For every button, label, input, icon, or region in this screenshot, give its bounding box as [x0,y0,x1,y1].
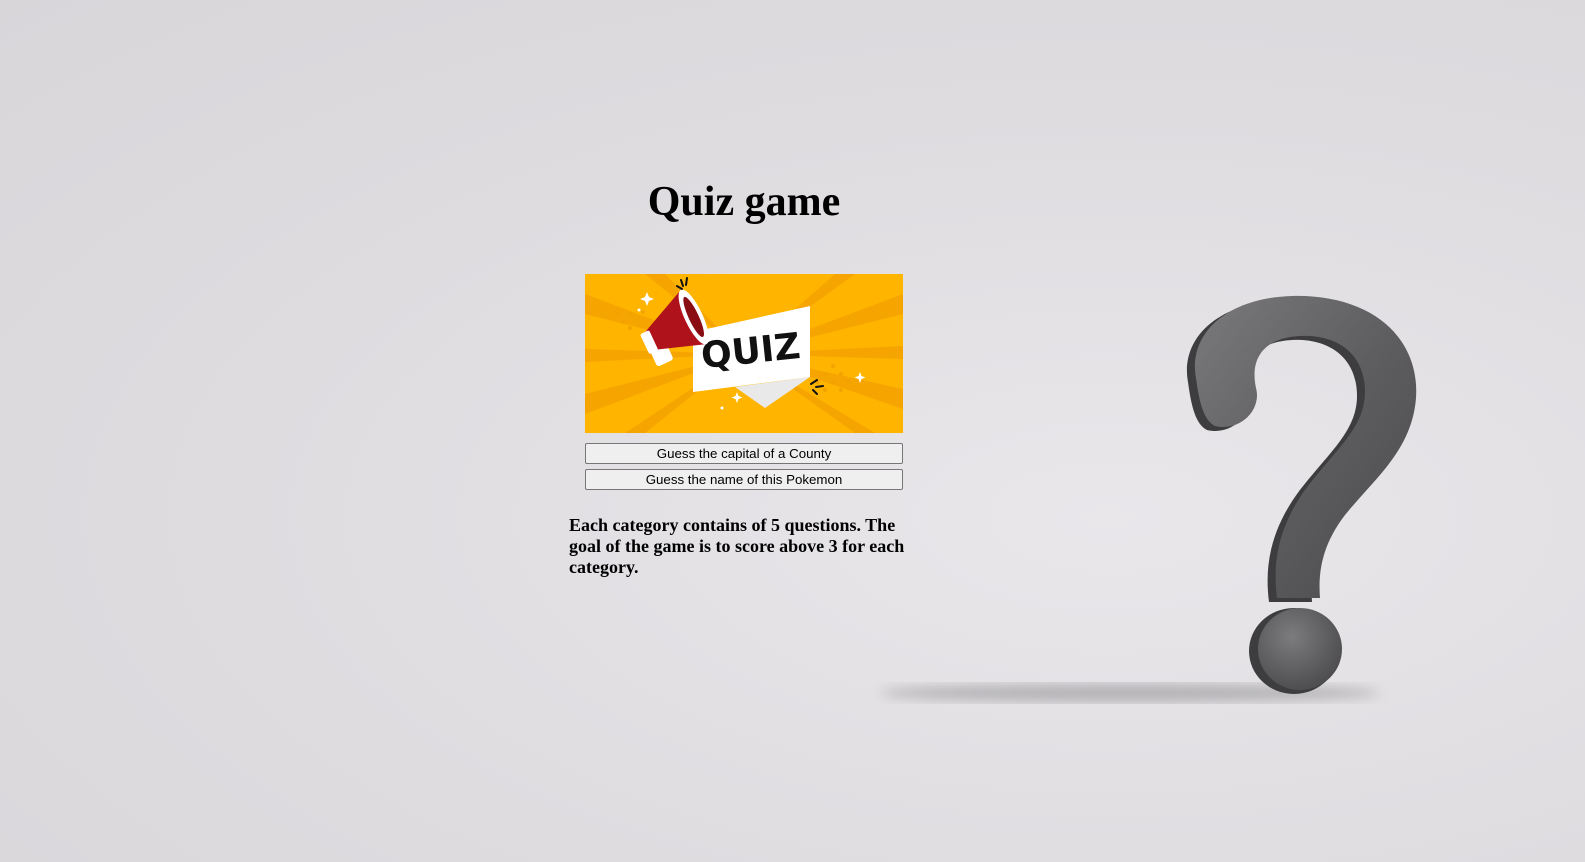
game-description: Each category contains of 5 questions. T… [569,515,905,577]
category-pokemon-button[interactable]: Guess the name of this Pokemon [585,469,903,490]
page-title: Quiz game [647,179,841,225]
quiz-banner-image: QUIZ [585,274,903,433]
category-capital-button[interactable]: Guess the capital of a County [585,443,903,464]
